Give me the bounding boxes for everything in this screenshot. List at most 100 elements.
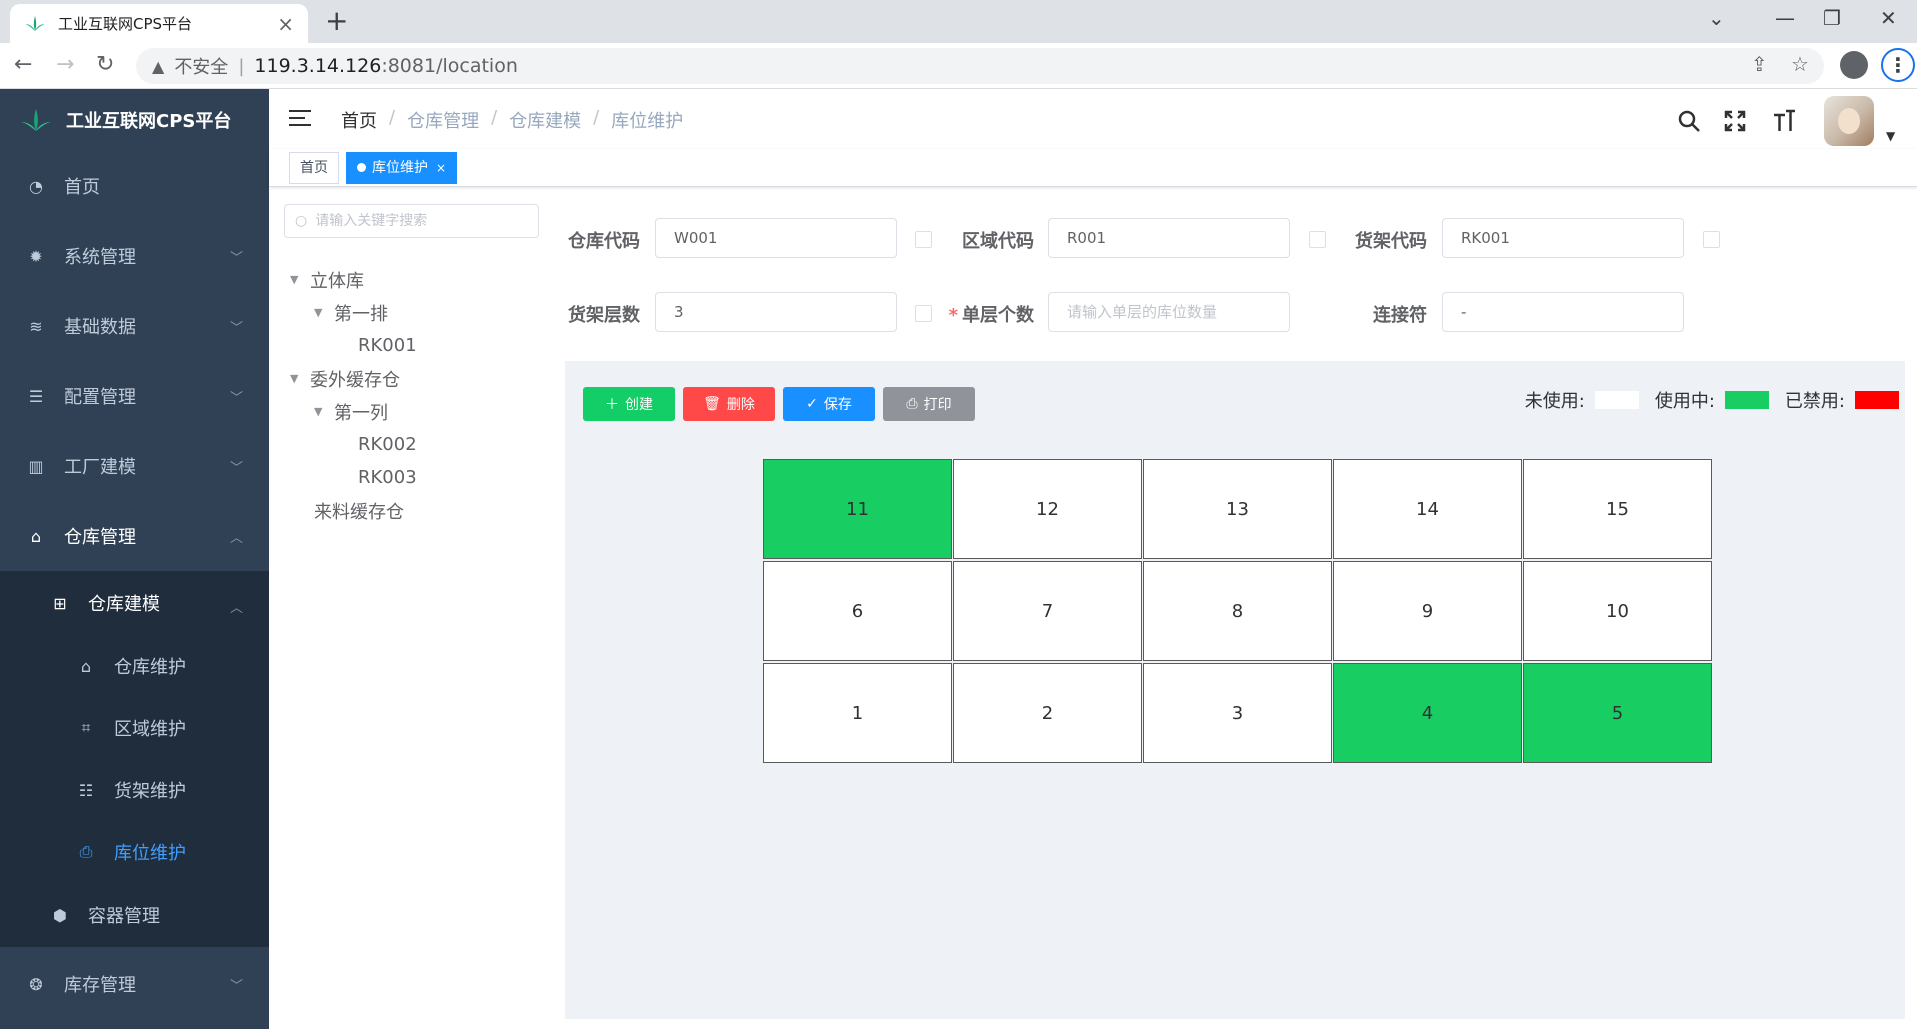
caret-down-icon[interactable]: ▼ [314,306,334,319]
rack-code-label: 货架代码 [1355,231,1427,252]
connector-field[interactable]: - [1442,292,1684,332]
minimize-button[interactable]: — [1775,6,1795,30]
sidebar-item-basic-data[interactable]: ≋ 基础数据 ﹀ [0,291,269,361]
gear-icon: ✹ [29,246,43,266]
caret-down-icon[interactable]: ▼ [314,405,334,418]
frame-icon: ⌗ [81,718,91,737]
sidebar-item-warehouse-maintenance[interactable]: ⌂ 仓库维护 [0,635,269,697]
sidebar-item-area-maintenance[interactable]: ⌗ 区域维护 [0,697,269,759]
caret-down-icon[interactable]: ▼ [290,273,310,286]
print-button[interactable]: ⎙ 打印 [883,387,975,421]
shelf-icon: ☷ [78,780,94,800]
omnibox[interactable]: ▲ 不安全 | 119.3.14.126:8081/location [136,48,1824,84]
location-cell[interactable]: 10 [1523,561,1712,661]
location-cell[interactable]: 2 [953,663,1142,763]
sidebar-item-container[interactable]: ⬢ 容器管理 [0,883,269,947]
tree-node[interactable]: 来料缓存仓 [290,494,550,527]
fullscreen-icon[interactable] [1724,110,1746,132]
tree-search-input[interactable] [315,213,526,229]
location-number: 6 [851,600,864,622]
rack-layers-field[interactable]: 3 [655,292,897,332]
location-cell[interactable]: 12 [953,459,1142,559]
sidebar-item-warehouse-modeling[interactable]: ⊞ 仓库建模 ︿ [0,571,269,635]
sidebar-item-warehouse[interactable]: ⌂ 仓库管理 ︿ [0,501,269,571]
breadcrumb-separator: / [389,107,396,128]
sidebar-item-label: 首页 [64,177,100,198]
forward-icon[interactable]: → [56,51,74,79]
star-icon[interactable]: ☆ [1791,52,1809,76]
browser-menu-icon[interactable]: ⋮ [1881,48,1915,82]
location-cell[interactable]: 5 [1523,663,1712,763]
tree-node[interactable]: ▼ 立体库 [290,263,550,296]
browser-tab[interactable]: 工业互联网CPS平台 × [10,4,308,43]
location-cell[interactable]: 15 [1523,459,1712,559]
save-button[interactable]: ✓ 保存 [783,387,875,421]
tag-location-maintenance[interactable]: 库位维护 × [346,152,458,184]
sidebar-item-config[interactable]: ☰ 配置管理 ﹀ [0,361,269,431]
delete-button[interactable]: 🗑 删除 [683,387,775,421]
location-cell[interactable]: 14 [1333,459,1522,559]
tree-node[interactable]: RK002 [290,428,550,461]
location-cell[interactable]: 9 [1333,561,1522,661]
warehouse-code-field[interactable]: W001 [655,218,897,258]
restore-button[interactable]: ❐ [1823,6,1841,30]
search-icon[interactable] [1677,109,1701,133]
tree-node[interactable]: ▼ 第一排 [290,296,550,329]
sidebar-item-label: 系统管理 [64,247,136,268]
sidebar-item-system[interactable]: ✹ 系统管理 ﹀ [0,221,269,291]
breadcrumb: 首页 / 仓库管理 / 仓库建模 / 库位维护 [341,107,683,133]
tree-node[interactable]: RK001 [290,329,550,362]
share-icon[interactable]: ⇪ [1751,52,1768,76]
address-bar-row: ← → ↻ ▲ 不安全 | 119.3.14.126:8081/location… [0,43,1917,89]
sidebar-item-label: 仓库建模 [88,594,160,615]
url-path: :8081/location [381,55,518,77]
url-text[interactable]: 119.3.14.126:8081/location [254,55,517,77]
close-tag-icon[interactable]: × [436,161,446,175]
avatar[interactable] [1824,96,1874,146]
tags-view: 首页 库位维护 × [269,149,1917,187]
location-number: 9 [1421,600,1434,622]
tree-node[interactable]: RK003 [290,461,550,494]
location-cell[interactable]: 1 [763,663,952,763]
new-tab-button[interactable]: + [325,6,348,36]
tree-node[interactable]: ▼ 委外缓存仓 [290,362,550,395]
sidebar-item-stock[interactable]: ❂ 库存管理 ﹀ [0,947,269,1021]
rack-code-checkbox[interactable] [1703,231,1720,248]
reload-icon[interactable]: ↻ [96,51,114,79]
location-cell[interactable]: 11 [763,459,952,559]
sidebar-item-location-maintenance[interactable]: ⎙ 库位维护 [0,821,269,883]
plus-icon: ＋ [605,397,619,413]
location-cell[interactable]: 13 [1143,459,1332,559]
back-icon[interactable]: ← [14,51,32,79]
browser-tab-title: 工业互联网CPS平台 [58,15,193,33]
warning-icon: ▲ [152,56,165,76]
sidebar-item-home[interactable]: ◔ 首页 [0,151,269,221]
tree-node[interactable]: ▼ 第一列 [290,395,550,428]
font-size-icon[interactable] [1772,109,1796,133]
location-number: 7 [1041,600,1054,622]
sidebar-item-shelf-maintenance[interactable]: ☷ 货架维护 [0,759,269,821]
caret-down-icon[interactable]: ▼ [1886,129,1895,143]
location-cell[interactable]: 3 [1143,663,1332,763]
area-code-field[interactable]: R001 [1048,218,1290,258]
tab-search-icon[interactable]: ⌄ [1708,6,1725,30]
create-button[interactable]: ＋ 创建 [583,387,675,421]
caret-down-icon[interactable]: ▼ [290,372,310,385]
location-cell[interactable]: 8 [1143,561,1332,661]
close-tab-icon[interactable]: × [277,12,294,36]
sidebar-item-factory[interactable]: ▥ 工厂建模 ﹀ [0,431,269,501]
profile-icon[interactable] [1840,51,1868,79]
location-cell[interactable]: 6 [763,561,952,661]
per-layer-count-field[interactable]: 请输入单层的库位数量 [1048,292,1290,332]
location-cell[interactable]: 7 [953,561,1142,661]
sidebar-item-label: 仓库管理 [64,527,136,548]
breadcrumb-item[interactable]: 首页 [341,107,377,133]
rack-code-field[interactable]: RK001 [1442,218,1684,258]
sidebar-logo[interactable]: 工业互联网CPS平台 [0,89,269,151]
breadcrumb-item: 库位维护 [611,111,684,132]
close-window-button[interactable]: ✕ [1880,6,1897,30]
tag-home[interactable]: 首页 [289,152,339,184]
hamburger-icon[interactable] [289,110,311,128]
printer-icon: ⎙ [906,396,918,412]
location-cell[interactable]: 4 [1333,663,1522,763]
